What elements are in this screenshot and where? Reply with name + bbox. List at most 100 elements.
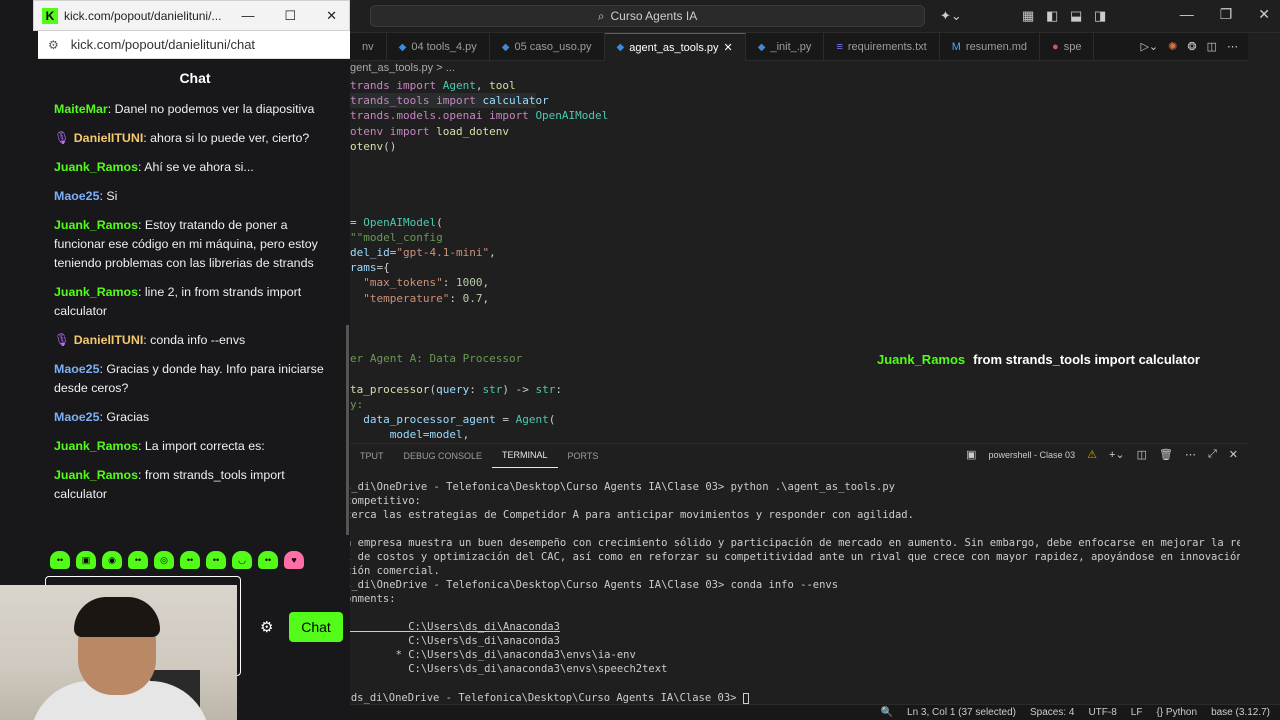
emote-icon[interactable]: ♥ xyxy=(284,551,304,569)
chat-text: : Danel no podemos ver la diapositiva xyxy=(107,102,315,116)
chat-message: Juank_Ramos: Estoy tratando de poner a f… xyxy=(40,212,340,279)
minimize-icon[interactable]: — xyxy=(1180,6,1194,23)
terminal-output[interactable]: s_di\OneDrive - Telefonica\Desktop\Curso… xyxy=(345,480,1240,710)
editor-tabs: nv ◆ 04 tools_4.py ◆ 05 caso_uso.py ◆ agent… xyxy=(350,33,1248,61)
emote-icon[interactable]: •• xyxy=(180,551,200,569)
terminal-line: a empresa muestra un buen desempeño con … xyxy=(345,537,1240,549)
tab-resumen[interactable]: Mresumen.md xyxy=(940,33,1041,61)
terminal-line: * C:\Users\ds_di\anaconda3\envs\ia-env xyxy=(345,649,636,661)
browser-title-bar: K kick.com/popout/danielituni/... — ☐ ✕ xyxy=(33,0,350,31)
split-terminal-icon[interactable]: ◫ xyxy=(1137,448,1147,461)
tab-requirements[interactable]: ≡ requirements.txt xyxy=(824,33,940,61)
gear-icon[interactable]: ⚙ xyxy=(260,618,273,636)
warning-icon[interactable]: ⚠ xyxy=(1087,448,1097,461)
close-panel-icon[interactable]: ✕ xyxy=(1229,448,1238,461)
terminal-instance-label[interactable]: powershell - Clase 03 xyxy=(989,450,1076,460)
cursor-position[interactable]: Ln 3, Col 1 (37 selected) xyxy=(907,707,1016,718)
markdown-file-icon: M xyxy=(951,41,961,53)
chat-username[interactable]: Maoe25 xyxy=(54,189,99,203)
breadcrumb[interactable]: gent_as_tools.py > ... xyxy=(350,62,455,74)
tab-caso-uso[interactable]: ◆ 05 caso_uso.py xyxy=(490,33,605,61)
maximize-panel-icon[interactable]: ⤢ xyxy=(1208,448,1217,461)
status-bar: 🔍 Ln 3, Col 1 (37 selected) Spaces: 4 UT… xyxy=(350,704,1280,720)
more-actions-icon[interactable]: ⋯ xyxy=(1227,40,1238,53)
python-file-icon: ◆ xyxy=(616,42,625,53)
emote-icon[interactable]: ▣ xyxy=(76,551,96,569)
minimize-icon[interactable]: — xyxy=(241,8,254,24)
trash-icon[interactable]: 🗑 xyxy=(1159,448,1173,461)
tab-terminal[interactable]: TERMINAL xyxy=(492,444,558,468)
chat-username[interactable]: MaiteMar xyxy=(54,102,108,116)
webcam-overlay xyxy=(0,585,237,720)
layout-icon[interactable]: ▦ xyxy=(1022,8,1034,24)
tab-ports[interactable]: PORTS xyxy=(558,444,609,468)
terminal-line: C:\Users\ds_di\Anaconda3 xyxy=(345,621,560,633)
tab-tools-4[interactable]: ◆ 04 tools_4.py xyxy=(387,33,490,61)
chat-username[interactable]: Maoe25 xyxy=(54,410,99,424)
broadcaster-badge-icon: 🎙 xyxy=(54,131,70,145)
split-editor-icon[interactable]: ◫ xyxy=(1207,40,1217,53)
line-ending[interactable]: LF xyxy=(1131,707,1143,718)
command-center-label: Curso Agents IA xyxy=(610,9,698,23)
chat-username[interactable]: DanielITUNI xyxy=(74,333,144,347)
emote-icon[interactable]: •• xyxy=(206,551,226,569)
site-info-icon[interactable]: ⚙ xyxy=(48,38,59,52)
chat-username[interactable]: Juank_Ramos xyxy=(54,218,138,232)
webcam-person-hair xyxy=(74,597,160,637)
zoom-icon[interactable]: 🔍 xyxy=(881,707,893,718)
kick-chat-popout: K kick.com/popout/danielituni/... — ☐ ✕ … xyxy=(0,0,350,720)
terminal-line: cerca las estrategias de Competidor A pa… xyxy=(345,509,914,521)
tab-label: 04 tools_4.py xyxy=(411,41,477,53)
chat-username[interactable]: Juank_Ramos xyxy=(54,468,138,482)
spark-icon[interactable]: ✺ xyxy=(1168,40,1177,53)
address-bar[interactable]: ⚙ kick.com/popout/danielituni/chat xyxy=(38,31,350,59)
chat-username[interactable]: DanielITUNI xyxy=(74,131,144,145)
chat-username[interactable]: Juank_Ramos xyxy=(54,160,138,174)
send-chat-button[interactable]: Chat xyxy=(289,612,343,642)
toggle-sidebar-icon[interactable]: ◧ xyxy=(1046,8,1058,24)
toggle-panel-icon[interactable]: ⬓ xyxy=(1070,8,1082,24)
chat-username[interactable]: Juank_Ramos xyxy=(54,285,138,299)
chat-scrollbar[interactable] xyxy=(346,325,349,535)
indentation[interactable]: Spaces: 4 xyxy=(1030,707,1074,718)
tab-spe[interactable]: ● spe xyxy=(1040,33,1095,61)
copilot-icon[interactable]: ✦⌄ xyxy=(940,8,962,24)
emote-bar: •• ▣ ◉ •• ◎ •• •• ◡ •• ♥ xyxy=(50,551,304,569)
emote-icon[interactable]: •• xyxy=(258,551,278,569)
close-tab-icon[interactable]: ✕ xyxy=(724,41,733,54)
tab-nv[interactable]: nv xyxy=(350,33,387,61)
emote-icon[interactable]: ◎ xyxy=(154,551,174,569)
openai-icon[interactable]: ❂ xyxy=(1187,40,1196,53)
emote-icon[interactable]: •• xyxy=(50,551,70,569)
close-icon[interactable]: ✕ xyxy=(1258,6,1270,23)
chat-username[interactable]: Maoe25 xyxy=(54,362,99,376)
toggle-secondary-sidebar-icon[interactable]: ◨ xyxy=(1094,8,1106,24)
emote-icon[interactable]: •• xyxy=(128,551,148,569)
close-icon[interactable]: ✕ xyxy=(326,8,337,24)
interpreter[interactable]: base (3.12.7) xyxy=(1211,707,1270,718)
tab-output[interactable]: TPUT xyxy=(350,444,394,468)
language-mode[interactable]: {} Python xyxy=(1156,707,1197,718)
chat-username[interactable]: Juank_Ramos xyxy=(54,439,138,453)
more-actions-icon[interactable]: ⋯ xyxy=(1185,448,1196,461)
chat-message: 🎙 DanielITUNI: ahora si lo puede ver, cie… xyxy=(40,125,340,154)
tab-label: 05 caso_uso.py xyxy=(514,41,592,53)
tab-init[interactable]: ◆ _init_.py xyxy=(746,33,825,61)
command-center-search[interactable]: ⌕ Curso Agents IA xyxy=(370,5,925,27)
new-terminal-icon[interactable]: +⌄ xyxy=(1109,448,1125,461)
python-file-icon: ◆ xyxy=(757,41,766,53)
terminal-line: C:\Users\ds_di\anaconda3\envs\speech2tex… xyxy=(345,663,668,675)
restore-icon[interactable]: ❐ xyxy=(1220,6,1233,23)
emote-icon[interactable]: ◉ xyxy=(102,551,122,569)
emote-icon[interactable]: ◡ xyxy=(232,551,252,569)
terminal-cursor xyxy=(742,692,749,704)
tab-agent-as-tools[interactable]: ◆ agent_as_tools.py ✕ xyxy=(604,33,746,61)
tab-debug-console[interactable]: DEBUG CONSOLE xyxy=(394,444,493,468)
python-file-icon: ◆ xyxy=(398,41,407,53)
code-editor[interactable]: trands import Agent, tool trands_tools i… xyxy=(350,78,1240,441)
run-icon[interactable]: ▷⌄ xyxy=(1140,40,1158,53)
chat-text: : Ahí se ve ahora si... xyxy=(138,160,254,174)
maximize-icon[interactable]: ☐ xyxy=(284,8,296,24)
chat-message: Juank_Ramos: Ahí se ve ahora si... xyxy=(40,154,340,183)
encoding[interactable]: UTF-8 xyxy=(1088,707,1116,718)
